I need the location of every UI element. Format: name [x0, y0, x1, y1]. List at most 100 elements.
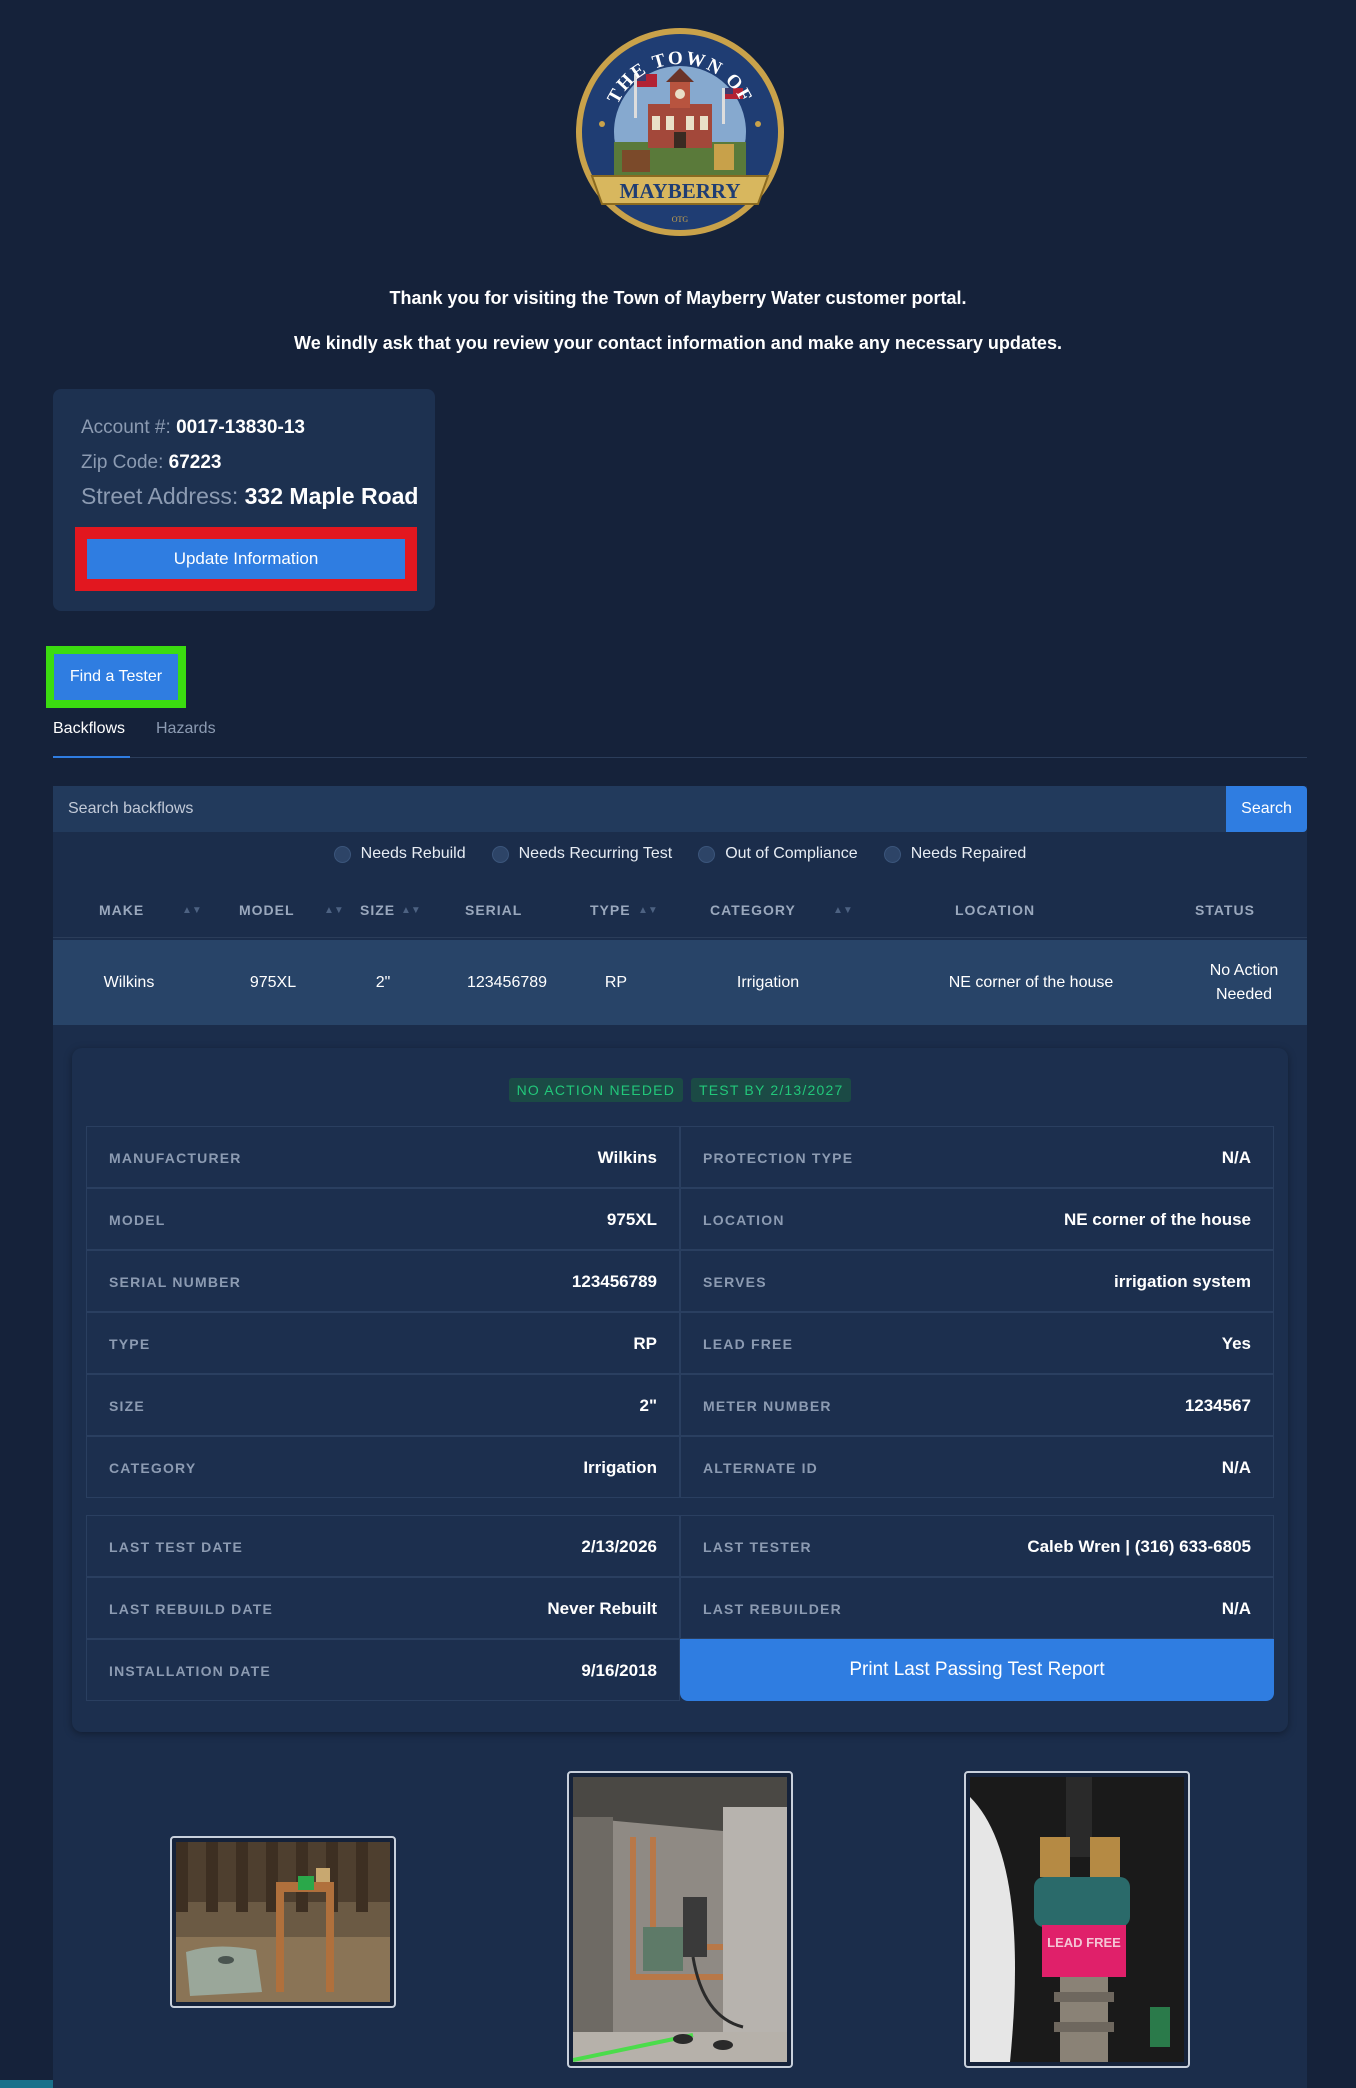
account-info-card: Account #: 0017-13830-13 Zip Code: 67223…: [53, 389, 435, 611]
seal-banner-text: MAYBERRY: [620, 179, 741, 203]
field-label: SERIAL NUMBER: [109, 1274, 242, 1290]
column-category[interactable]: CATEGORY: [710, 883, 796, 938]
field-protection-type: PROTECTION TYPE N/A: [680, 1126, 1274, 1188]
filter-needs-recurring-test[interactable]: Needs Recurring Test: [491, 845, 673, 863]
corner-accent-bar: [0, 2080, 53, 2088]
backflow-photo-outdoor[interactable]: [170, 1836, 396, 2008]
field-value: Irrigation: [583, 1458, 657, 1477]
field-value: NE corner of the house: [1063, 1210, 1251, 1229]
backflow-photo-closeup[interactable]: LEAD FREE: [964, 1771, 1190, 2068]
find-tester-highlight: Find a Tester: [46, 646, 186, 708]
field-label: LAST TESTER: [703, 1539, 812, 1555]
status-badges: NO ACTION NEEDED TEST BY 2/13/2027: [72, 1078, 1288, 1102]
field-label: LEAD FREE: [703, 1336, 794, 1352]
table-row[interactable]: Wilkins 975XL 2" 123456789 RP Irrigation…: [53, 940, 1307, 1025]
status-badge: NO ACTION NEEDED: [508, 1078, 684, 1102]
account-number-label: Account #:: [81, 417, 171, 438]
field-serial-number: SERIAL NUMBER 123456789: [86, 1250, 680, 1312]
tab-hazards[interactable]: Hazards: [156, 718, 216, 758]
filter-options: Needs Rebuild Needs Recurring Test Out o…: [53, 832, 1307, 876]
column-make[interactable]: MAKE: [99, 883, 144, 938]
intro-line-2: We kindly ask that you review your conta…: [294, 333, 1062, 353]
tab-bar: Backflows Hazards: [53, 718, 1307, 758]
photo-label-text: LEAD FREE: [1047, 1935, 1121, 1950]
backflows-panel: Search Needs Rebuild Needs Recurring Tes…: [53, 786, 1307, 2088]
field-value: N/A: [1221, 1458, 1251, 1477]
filter-label: Needs Repaired: [910, 845, 1027, 862]
filter-needs-rebuild[interactable]: Needs Rebuild: [333, 845, 466, 863]
filter-out-of-compliance[interactable]: Out of Compliance: [698, 845, 858, 863]
filter-needs-repaired[interactable]: Needs Repaired: [883, 845, 1027, 863]
sort-icon[interactable]: ▲▼: [182, 883, 202, 938]
needs-repaired-checkbox[interactable]: [883, 845, 901, 863]
field-label: LAST TEST DATE: [109, 1539, 243, 1555]
field-value: RP: [633, 1334, 657, 1353]
table-header: MAKE ▲▼ MODEL ▲▼ SIZE ▲▼ SERIAL TYPE ▲▼ …: [53, 883, 1307, 938]
column-size[interactable]: SIZE: [360, 883, 395, 938]
field-category: CATEGORY Irrigation: [86, 1436, 680, 1498]
filter-label: Needs Recurring Test: [518, 845, 673, 862]
town-seal-logo: THE TOWN OF MAYBERRY OTG: [572, 24, 788, 240]
filter-label: Out of Compliance: [725, 845, 858, 862]
field-type: TYPE RP: [86, 1312, 680, 1374]
column-model[interactable]: MODEL: [239, 883, 295, 938]
test-history-grid: LAST TEST DATE 2/13/2026 LAST TESTER Cal…: [86, 1515, 1274, 1701]
backflow-photo-cabinet[interactable]: [567, 1771, 793, 2068]
column-serial: SERIAL: [465, 902, 523, 918]
search-backflows-input[interactable]: [53, 786, 1226, 832]
field-label: LOCATION: [703, 1212, 785, 1228]
needs-rebuild-checkbox[interactable]: [333, 845, 351, 863]
field-value: 1234567: [1184, 1396, 1251, 1415]
seal-bottom-text: OTG: [672, 215, 689, 224]
field-label: ALTERNATE ID: [703, 1460, 818, 1476]
field-value: Never Rebuilt: [547, 1599, 657, 1618]
field-value: Caleb Wren | (316) 633-6805: [1027, 1537, 1251, 1556]
backflow-detail-card: NO ACTION NEEDED TEST BY 2/13/2027 MANUF…: [72, 1048, 1288, 1732]
needs-recurring-test-checkbox[interactable]: [491, 845, 509, 863]
print-test-report-button[interactable]: Print Last Passing Test Report: [680, 1639, 1274, 1701]
field-value: 9/16/2018: [581, 1661, 657, 1680]
field-label: TYPE: [109, 1336, 151, 1352]
cell-make: Wilkins: [103, 974, 155, 991]
field-manufacturer: MANUFACTURER Wilkins: [86, 1126, 680, 1188]
sort-icon[interactable]: ▲▼: [401, 883, 421, 938]
field-size: SIZE 2": [86, 1374, 680, 1436]
field-value: N/A: [1221, 1599, 1251, 1618]
field-label: MODEL: [109, 1212, 166, 1228]
street-address-label: Street Address:: [81, 483, 239, 509]
zip-code-value: 67223: [168, 452, 222, 473]
device-details-grid: MANUFACTURER Wilkins PROTECTION TYPE N/A…: [86, 1126, 1274, 1498]
cell-model: 975XL: [249, 974, 297, 991]
find-tester-button[interactable]: Find a Tester: [54, 654, 178, 700]
cell-category: Irrigation: [736, 974, 800, 991]
cell-location: NE corner of the house: [948, 974, 1114, 991]
field-label: SIZE: [109, 1398, 145, 1414]
field-value: irrigation system: [1114, 1272, 1251, 1291]
intro-line-1: Thank you for visiting the Town of Maybe…: [389, 288, 967, 308]
search-button[interactable]: Search: [1226, 786, 1307, 832]
sort-icon[interactable]: ▲▼: [638, 883, 658, 938]
field-lead-free: LEAD FREE Yes: [680, 1312, 1274, 1374]
status-line-2: Needed: [1215, 986, 1273, 1003]
column-type[interactable]: TYPE: [590, 883, 631, 938]
update-information-highlight: Update Information: [75, 527, 417, 591]
tab-backflows[interactable]: Backflows: [53, 718, 130, 758]
field-label: LAST REBUILD DATE: [109, 1601, 274, 1617]
sort-icon[interactable]: ▲▼: [324, 883, 344, 938]
field-label: PROTECTION TYPE: [703, 1150, 854, 1166]
status-line-1: No Action: [1209, 962, 1279, 979]
field-label: CATEGORY: [109, 1460, 197, 1476]
account-number-value: 0017-13830-13: [176, 417, 305, 438]
column-location: LOCATION: [955, 902, 1036, 918]
customer-portal-page: THE TOWN OF MAYBERRY OTG Thank you for v…: [0, 0, 1356, 2088]
field-meter-number: METER NUMBER 1234567: [680, 1374, 1274, 1436]
field-alternate-id: ALTERNATE ID N/A: [680, 1436, 1274, 1498]
field-label: SERVES: [703, 1274, 767, 1290]
field-value: 123456789: [571, 1272, 657, 1291]
update-information-button[interactable]: Update Information: [87, 539, 405, 579]
sort-icon[interactable]: ▲▼: [833, 883, 853, 938]
test-due-badge: TEST BY 2/13/2027: [691, 1078, 852, 1102]
out-of-compliance-checkbox[interactable]: [698, 845, 716, 863]
cell-serial: 123456789: [466, 974, 548, 991]
field-serves: SERVES irrigation system: [680, 1250, 1274, 1312]
